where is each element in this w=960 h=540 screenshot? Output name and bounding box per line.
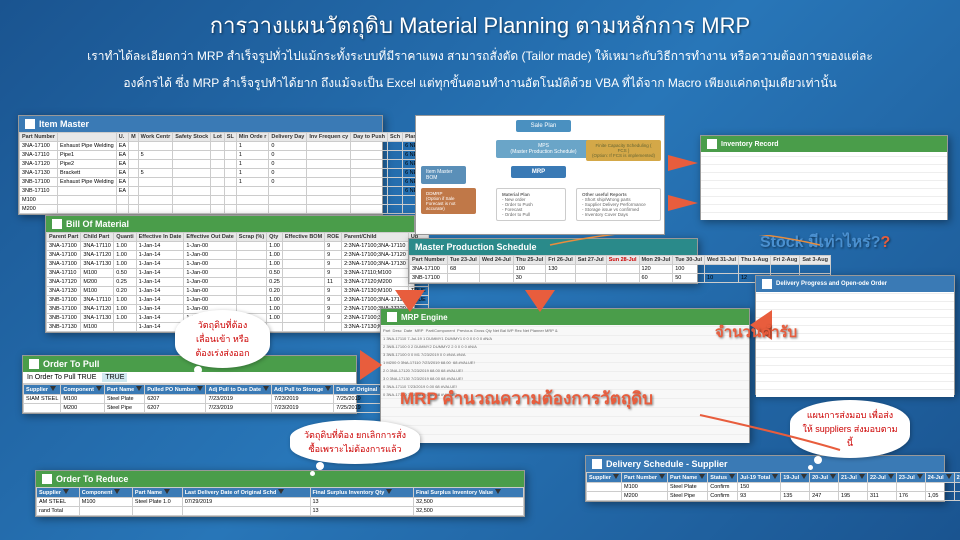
panel-head-item-master: Item Master: [19, 116, 382, 132]
arrow-icon: [668, 155, 698, 171]
page-title: การวางแผนวัตถุดิบ Material Planning ตามห…: [0, 0, 960, 43]
diag-reports: Other useful Reports- Short ship/Wrong p…: [576, 188, 661, 221]
list-icon: [29, 359, 39, 369]
arrow-icon: [668, 195, 698, 211]
panel-head-mrp-engine: MRP Engine: [381, 309, 749, 325]
callout-reduce: วัตถุดิบที่ต้อง ยกเลิกการสั่งซื้อเพราะไม…: [290, 420, 420, 464]
list-icon: [707, 139, 717, 149]
diag-sale-plan: Sale Plan: [516, 120, 571, 132]
callout-pull: วัตถุดิบที่ต้อง เลื่อนเข้า หรือ ต้องเร่ง…: [175, 310, 270, 368]
panel-head-delivery: Delivery Schedule - Supplier: [586, 456, 944, 472]
label-qty: จำนวนคำรับ: [715, 320, 797, 344]
table-order-reduce: SupplierComponentPart NameLast Delivery …: [36, 487, 524, 516]
arrow-icon: [525, 290, 555, 312]
label-mrp-calc: MRP คำนวณความต้องการวัตถุดิบ: [400, 385, 653, 412]
panel-mrp-engine: MRP Engine Part Desc Date MRP Part/Compo…: [380, 308, 750, 443]
diag-fcs: Finite Capacity Scheduling ( FCS )(Optio…: [586, 140, 661, 161]
subtitle-2: องค์กรได้ ซึ่ง MRP สำเร็จรูปทำได้ยาก ถึง…: [0, 70, 960, 97]
subtitle-1: เราทำได้ละเอียดกว่า MRP สำเร็จรูปทั่วไปแ…: [0, 43, 960, 70]
mrp-grid: Part Desc Date MRP Part/Component Previo…: [381, 325, 749, 443]
diag-mps: MPS(Master Production Schedule): [496, 140, 591, 158]
panel-head-mps: Master Production Schedule: [409, 239, 697, 255]
panel-diagram: Sale Plan MPS(Master Production Schedule…: [415, 115, 665, 235]
panel-head-order-reduce: Order To Reduce: [36, 471, 524, 487]
callout-delivery: แผนการส่งมอบ เพื่อส่งให้ suppliers ส่งมอ…: [790, 400, 910, 458]
diag-ddmrp: DDMRP(Option if Sale Forecast is not acc…: [421, 188, 476, 214]
delivery-prog-grid: [756, 292, 954, 397]
list-icon: [52, 219, 62, 229]
table-order-pull: SupplierComponentPart NamePulled PO Numb…: [23, 384, 420, 413]
panel-mps: Master Production Schedule Part NumberTu…: [408, 238, 698, 284]
label-stock: Stock มีเท่าไหร่??: [760, 230, 890, 255]
panel-head-delivery-prog: Delivery Progress and Open-ode Order: [756, 276, 954, 292]
panel-order-reduce: Order To Reduce SupplierComponentPart Na…: [35, 470, 525, 517]
list-icon: [387, 312, 397, 322]
panel-delivery: Delivery Schedule - Supplier SupplierPar…: [585, 455, 945, 502]
arrow-icon: [360, 350, 382, 380]
arrow-icon: [395, 290, 425, 312]
table-delivery: SupplierPart NumberPart NameStatusJul-19…: [586, 472, 960, 501]
inventory-grid: [701, 152, 947, 220]
list-icon: [592, 459, 602, 469]
diag-mrp: MRP: [511, 166, 566, 178]
panel-inventory: Inventory Record: [700, 135, 948, 220]
panel-order-pull: Order To Pull In Order To Pull TRUE TRUE…: [22, 355, 357, 414]
list-icon: [42, 474, 52, 484]
list-icon: [762, 279, 772, 289]
panel-item-master: Item Master Part NumberU.MWork CentrSafe…: [18, 115, 383, 215]
panel-head-bom: Bill Of Material: [46, 216, 414, 232]
list-icon: [25, 119, 35, 129]
diag-matplan: Material Plan- New order - Order to Push…: [496, 188, 566, 221]
panel-head-inventory: Inventory Record: [701, 136, 947, 152]
diag-item: Item Master BOM: [421, 166, 466, 184]
